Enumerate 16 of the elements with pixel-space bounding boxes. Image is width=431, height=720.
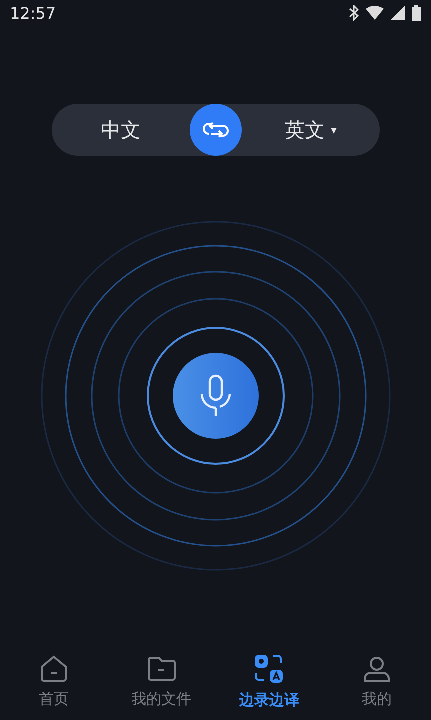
nav-tab[interactable]: 边录边译 [216, 652, 324, 710]
battery-icon [412, 5, 421, 21]
translate-icon [253, 652, 286, 684]
microphone-icon [198, 374, 232, 418]
status-time: 12:57 [10, 4, 56, 22]
wifi-icon [366, 6, 384, 20]
signal-icon [391, 6, 405, 20]
source-language[interactable]: 中文 [52, 116, 190, 144]
home-icon [38, 654, 69, 684]
swap-icon [203, 122, 229, 138]
nav-tab[interactable]: 我的 [323, 654, 431, 708]
bluetooth-icon [349, 5, 359, 21]
swap-button[interactable] [190, 104, 242, 156]
nav-tab[interactable]: 首页 [0, 654, 108, 708]
nav-tab[interactable]: 我的文件 [108, 654, 216, 708]
target-language[interactable]: 英文 ▾ [242, 116, 380, 144]
